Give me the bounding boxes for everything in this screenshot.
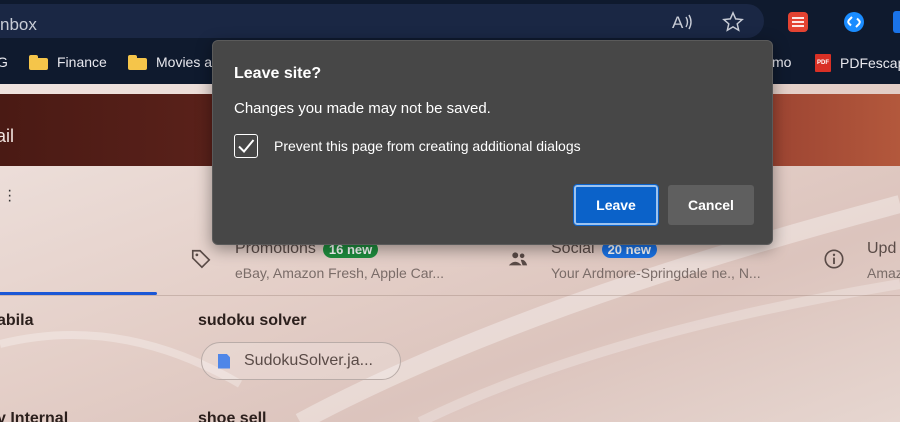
bookmark-label: G: [0, 54, 8, 70]
tab-social[interactable]: Social 20 new Your Ardmore-Springdale ne…: [551, 240, 761, 281]
leave-button[interactable]: Leave: [573, 184, 659, 226]
address-bar-area: nbox A: [0, 0, 900, 42]
attachment-chip[interactable]: SudokuSolver.ja...: [201, 342, 401, 380]
checkbox-label[interactable]: Prevent this page from creating addition…: [274, 138, 581, 154]
tab-updates[interactable]: Upd Amaz: [867, 240, 900, 281]
info-icon: [823, 248, 845, 275]
leave-site-dialog: Leave site? Changes you made may not be …: [212, 40, 773, 245]
people-icon: [507, 248, 529, 275]
tab-subtitle: Amaz: [867, 265, 900, 281]
attachment-name: SudokuSolver.ja...: [244, 352, 373, 369]
dialog-message: Changes you made may not be saved.: [234, 100, 491, 117]
extension-icon[interactable]: [893, 11, 900, 33]
email-subject: shoe sell: [198, 410, 267, 422]
cancel-button[interactable]: Cancel: [668, 185, 754, 225]
email-sender: y Internal: [0, 410, 69, 422]
shazam-extension-icon[interactable]: [843, 11, 865, 33]
divider: [0, 295, 900, 296]
checkmark-icon: [238, 139, 255, 153]
dialog-title: Leave site?: [234, 65, 322, 82]
bookmark-mo[interactable]: mo: [772, 54, 791, 70]
tab-promotions[interactable]: Promotions 16 new eBay, Amazon Fresh, Ap…: [235, 240, 444, 281]
tab-subtitle: eBay, Amazon Fresh, Apple Car...: [235, 265, 445, 281]
address-bar[interactable]: nbox: [0, 4, 764, 38]
folder-icon: [29, 54, 48, 70]
email-sender: abila: [0, 312, 34, 329]
folder-icon: [128, 54, 147, 70]
todoist-extension-icon[interactable]: [787, 11, 809, 33]
bookmark-label: Finance: [57, 54, 107, 70]
tag-icon: [190, 248, 212, 275]
read-aloud-icon[interactable]: A: [672, 11, 694, 33]
bookmark-label: PDFescap: [840, 55, 900, 71]
bookmark-label: Movies a: [156, 54, 213, 70]
more-options-icon[interactable]: · · ·: [7, 183, 12, 209]
address-text: nbox: [0, 15, 37, 34]
bookmark-movies[interactable]: Movies a: [128, 54, 212, 70]
favorite-star-icon[interactable]: [722, 11, 744, 33]
bookmark-finance[interactable]: Finance: [29, 54, 107, 70]
svg-text:A: A: [672, 13, 684, 32]
document-icon: [218, 353, 230, 369]
prevent-dialogs-checkbox[interactable]: [234, 134, 258, 158]
tab-title: Upd: [867, 240, 897, 257]
tab-subtitle: Your Ardmore-Springdale ne., N...: [551, 265, 761, 281]
pdf-icon: PDF: [815, 54, 831, 72]
bookmark-g[interactable]: G: [0, 54, 8, 70]
bookmark-label: mo: [772, 54, 792, 70]
bookmark-pdfescape[interactable]: PDF PDFescap: [815, 54, 900, 72]
email-subject: sudoku solver: [198, 312, 307, 329]
app-name-text: ail: [0, 126, 15, 146]
